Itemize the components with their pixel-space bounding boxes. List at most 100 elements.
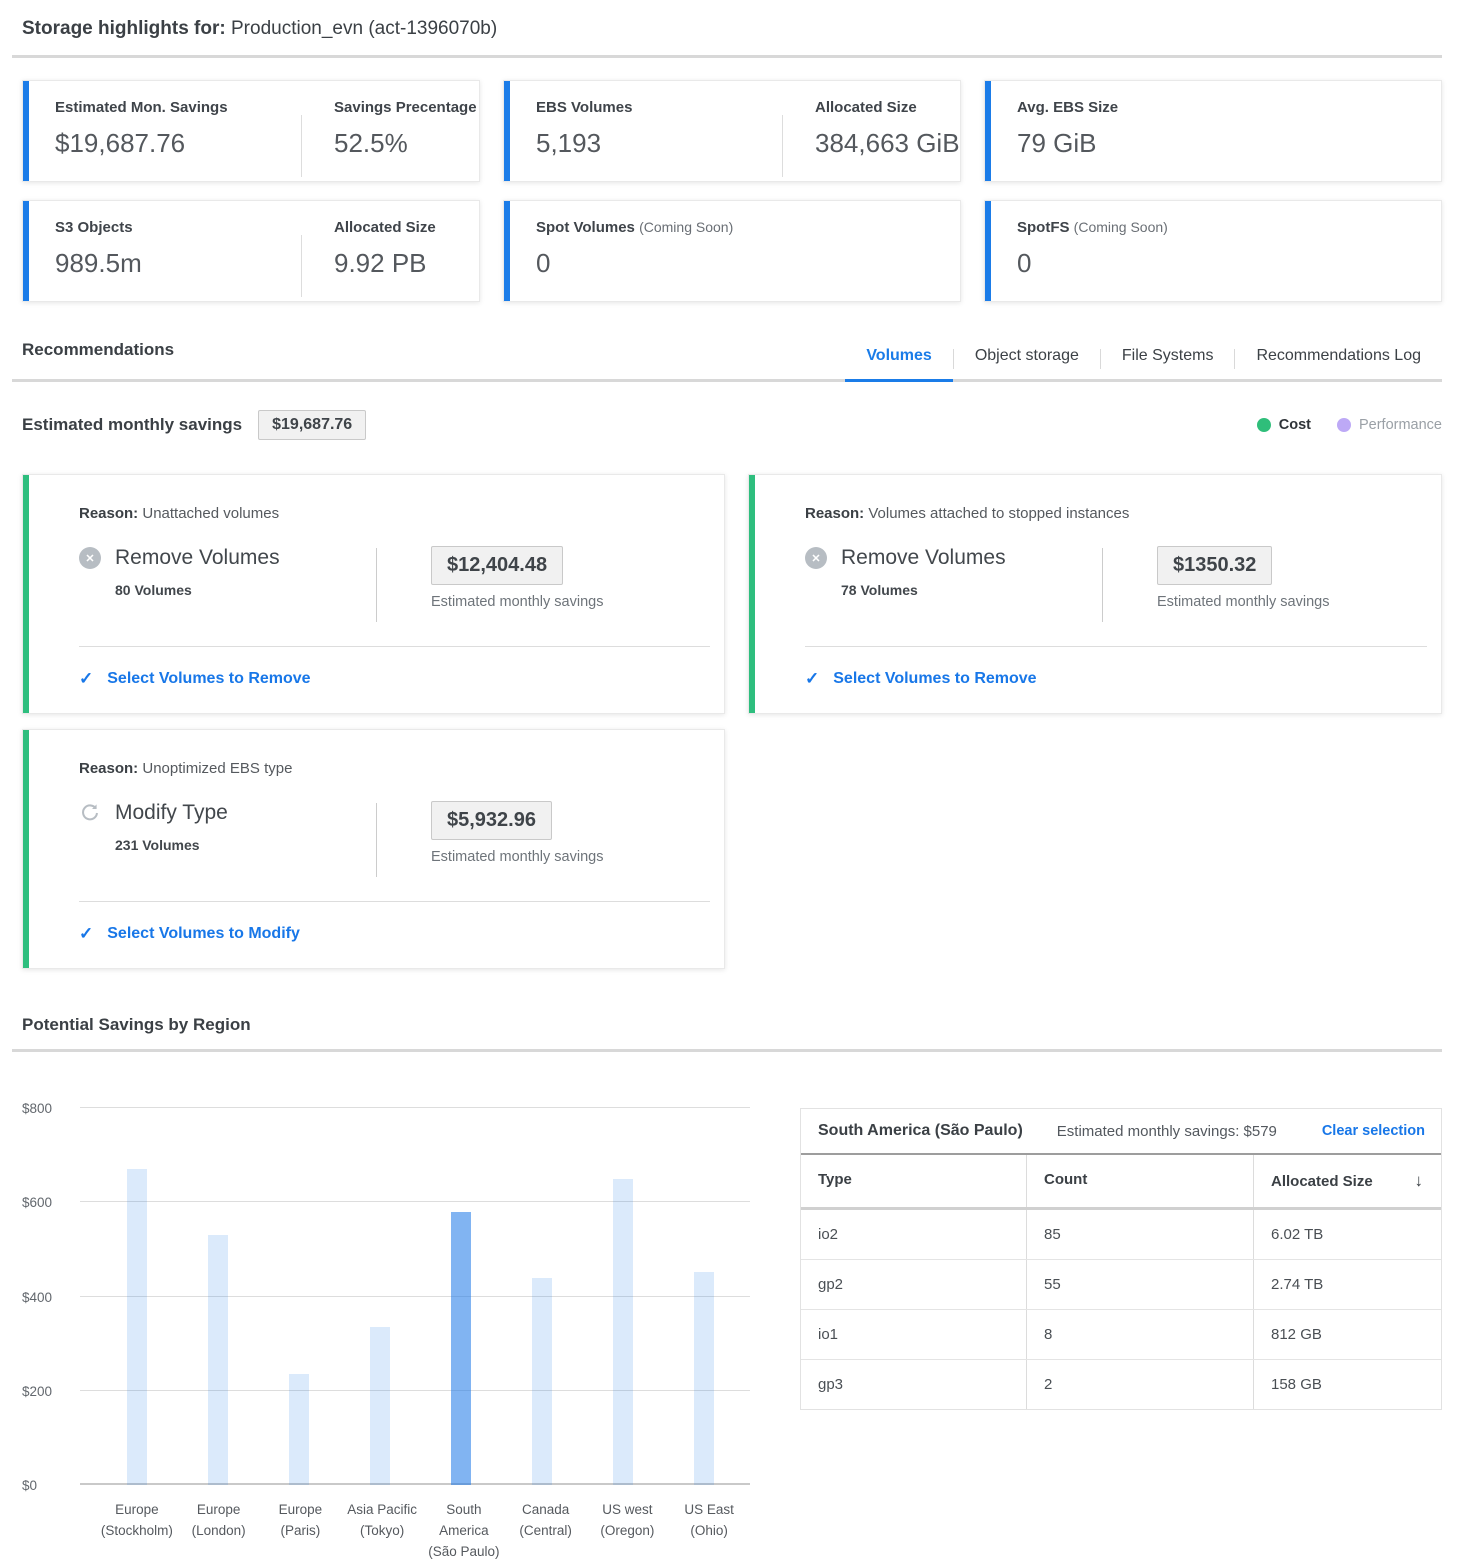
legend-item-cost[interactable]: Cost <box>1257 417 1311 433</box>
stat-label: EBS Volumes <box>536 99 782 116</box>
card-divider <box>805 646 1427 647</box>
remove-circle-icon: ✕ <box>805 547 827 569</box>
chart-bar-6[interactable] <box>613 1179 633 1485</box>
stat-value: 79 GiB <box>1017 128 1118 159</box>
cell-type: gp2 <box>801 1260 1026 1309</box>
tab-recommendations-log[interactable]: Recommendations Log <box>1235 347 1442 382</box>
cost-dot-icon <box>1257 418 1271 432</box>
region-table-subtitle: Estimated monthly savings: $579 <box>1057 1123 1277 1140</box>
chart-xtick-label: US East(Ohio) <box>668 1499 750 1562</box>
chart-xtick-label: US west(Oregon) <box>587 1499 669 1562</box>
region-chart-xaxis: Europe(Stockholm)Europe(London)Europe(Pa… <box>96 1499 750 1562</box>
chart-bar-2[interactable] <box>289 1374 309 1485</box>
highlight-cards-row-2: S3 Objects 989.5m Allocated Size 9.92 PB… <box>22 200 1442 302</box>
clear-selection-link[interactable]: Clear selection <box>1322 1123 1425 1139</box>
chart-bar-column <box>420 1108 501 1485</box>
chart-bar-4[interactable] <box>451 1212 471 1485</box>
chart-bar-column <box>663 1108 744 1485</box>
select-volumes-to-remove-link[interactable]: ✓ Select Volumes to Remove <box>805 669 1441 689</box>
savings-amount: $12,404.48 <box>431 546 563 585</box>
chart-bar-column <box>96 1108 177 1485</box>
recommendations-tabs: Volumes Object storage File Systems Reco… <box>845 347 1442 382</box>
region-chart-body: $800$600$400$200$0 <box>22 1108 752 1485</box>
check-icon: ✓ <box>79 924 93 944</box>
page-title: Storage highlights for: Production_evn (… <box>22 18 1442 40</box>
chart-ytick-label: $200 <box>22 1384 70 1399</box>
table-row: gp3 2 158 GB <box>801 1360 1441 1409</box>
chart-bar-column <box>177 1108 258 1485</box>
region-table-title-row: South America (São Paulo) Estimated mont… <box>801 1109 1441 1155</box>
chart-ytick-label: $600 <box>22 1195 70 1210</box>
performance-dot-icon <box>1337 418 1351 432</box>
chart-bar-5[interactable] <box>532 1278 552 1485</box>
stat-label: Avg. EBS Size <box>1017 99 1118 116</box>
card-spotfs: SpotFS (Coming Soon) 0 <box>984 200 1442 302</box>
savings-summary-row: Estimated monthly savings $19,687.76 Cos… <box>22 410 1442 440</box>
card-divider <box>79 646 710 647</box>
chart-xtick-label: South America(São Paulo) <box>423 1499 505 1562</box>
rec-card-unattached-volumes: Reason: Unattached volumes ✕ Remove Volu… <box>22 474 725 714</box>
table-row: io1 8 812 GB <box>801 1310 1441 1360</box>
cell-size: 2.74 TB <box>1253 1260 1441 1309</box>
chart-ytick-label: $0 <box>22 1478 70 1493</box>
chart-bar-0[interactable] <box>127 1169 147 1485</box>
action-title: ✕ Remove Volumes <box>805 546 1102 570</box>
stat-divider <box>301 235 302 297</box>
stat-divider <box>301 115 302 177</box>
recommendations-heading: Recommendations <box>22 340 174 382</box>
stat-value: 0 <box>536 248 733 279</box>
stat-value: 52.5% <box>334 128 477 159</box>
stat-value: 989.5m <box>55 248 301 279</box>
chart-bar-3[interactable] <box>370 1327 390 1485</box>
savings-caption: Estimated monthly savings <box>431 849 603 865</box>
action-title: Modify Type <box>79 801 376 825</box>
cell-size: 6.02 TB <box>1253 1210 1441 1259</box>
chart-bar-column <box>339 1108 420 1485</box>
region-chart-plot <box>80 1108 750 1485</box>
card-spot-volumes: Spot Volumes (Coming Soon) 0 <box>503 200 961 302</box>
savings-by-region-chart: $800 $600 $400 $200 $0 Europe(Stockholm)Euro… <box>22 1052 752 1562</box>
savings-summary-label: Estimated monthly savings <box>22 415 242 435</box>
tab-volumes[interactable]: Volumes <box>845 347 953 382</box>
stat-label: Allocated Size <box>334 219 436 236</box>
chart-bar-7[interactable] <box>694 1272 714 1485</box>
sort-descending-arrow-icon[interactable]: ↓ <box>1415 1171 1424 1191</box>
column-header-type: Type <box>801 1155 1026 1207</box>
remove-circle-icon: ✕ <box>79 547 101 569</box>
chart-ytick-label: $400 <box>22 1290 70 1305</box>
savings-summary-value: $19,687.76 <box>258 410 366 440</box>
region-content-row: $800 $600 $400 $200 $0 Europe(Stockholm)Euro… <box>22 1052 1442 1562</box>
cell-type: gp3 <box>801 1360 1026 1409</box>
card-vertical-divider <box>376 548 377 622</box>
tab-file-systems[interactable]: File Systems <box>1101 347 1235 382</box>
tab-object-storage[interactable]: Object storage <box>954 347 1100 382</box>
stat-label: Estimated Mon. Savings <box>55 99 301 116</box>
stat-value: 0 <box>1017 248 1168 279</box>
stat-value: 5,193 <box>536 128 782 159</box>
savings-caption: Estimated monthly savings <box>1157 594 1329 610</box>
stat-label: Savings Precentage <box>334 99 477 116</box>
check-icon: ✓ <box>805 669 819 689</box>
chart-xtick-label: Canada(Central) <box>505 1499 587 1562</box>
cost-performance-legend: Cost Performance <box>1257 417 1442 433</box>
account-name: Production_evn (act-1396070b) <box>231 18 497 39</box>
storage-dashboard: Storage highlights for: Production_evn (… <box>0 0 1468 1562</box>
region-table-body: io2 85 6.02 TB gp2 55 2.74 TB io1 8 812 … <box>801 1210 1441 1409</box>
select-volumes-to-remove-link[interactable]: ✓ Select Volumes to Remove <box>79 669 724 689</box>
page-title-label: Storage highlights for: <box>22 18 226 39</box>
chart-bar-column <box>501 1108 582 1485</box>
header-divider <box>12 55 1442 58</box>
card-vertical-divider <box>376 803 377 877</box>
recommendation-cards: Reason: Unattached volumes ✕ Remove Volu… <box>22 474 1442 969</box>
coming-soon-note: (Coming Soon) <box>639 219 733 235</box>
select-volumes-to-modify-link[interactable]: ✓ Select Volumes to Modify <box>79 924 724 944</box>
cell-count: 8 <box>1026 1310 1253 1359</box>
recommendations-header-row: Recommendations Volumes Object storage F… <box>22 340 1442 382</box>
action-title: ✕ Remove Volumes <box>79 546 376 570</box>
chart-bar-1[interactable] <box>208 1235 228 1485</box>
column-header-allocated-size: Allocated Size ↓ <box>1253 1155 1441 1207</box>
chart-ytick-label: $800 <box>22 1101 70 1116</box>
card-divider <box>79 901 710 902</box>
legend-item-performance[interactable]: Performance <box>1337 417 1442 433</box>
cell-count: 85 <box>1026 1210 1253 1259</box>
